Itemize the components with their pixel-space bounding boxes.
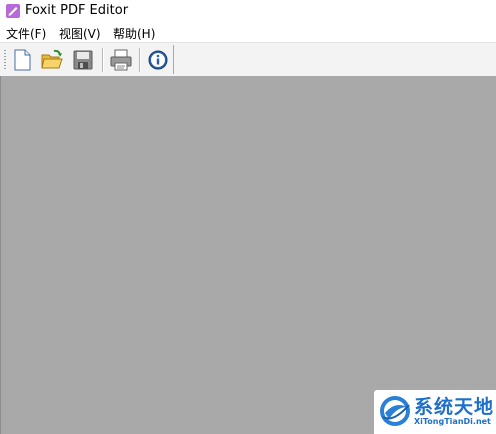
watermark-brand-en: XiTongTianDi.net: [414, 417, 491, 426]
open-folder-icon[interactable]: [40, 48, 64, 72]
toolbar-end-divider: [173, 45, 174, 74]
toolbar: [0, 42, 496, 77]
foxit-app-icon[interactable]: [5, 3, 21, 19]
watermark-brand-cn: 系统天地: [414, 396, 495, 418]
toolbar-grip[interactable]: [4, 50, 6, 70]
menu-file[interactable]: 文件(F): [6, 25, 46, 42]
save-icon[interactable]: [71, 48, 95, 72]
toolbar-separator: [102, 48, 104, 72]
globe-logo-icon: [380, 396, 410, 426]
print-icon[interactable]: [109, 48, 133, 72]
new-document-icon[interactable]: [10, 48, 34, 72]
document-workspace[interactable]: [0, 76, 496, 434]
watermark-logo: 系统天地 XiTongTianDi.net: [374, 390, 496, 434]
menu-help[interactable]: 帮助(H): [113, 25, 155, 42]
toolbar-separator: [139, 48, 141, 72]
menu-bar: 文件(F) 视图(V) 帮助(H): [0, 22, 496, 42]
window-title: Foxit PDF Editor: [25, 3, 129, 18]
info-icon[interactable]: [146, 48, 170, 72]
title-bar: Foxit PDF Editor: [0, 0, 496, 22]
menu-view[interactable]: 视图(V): [59, 25, 101, 42]
